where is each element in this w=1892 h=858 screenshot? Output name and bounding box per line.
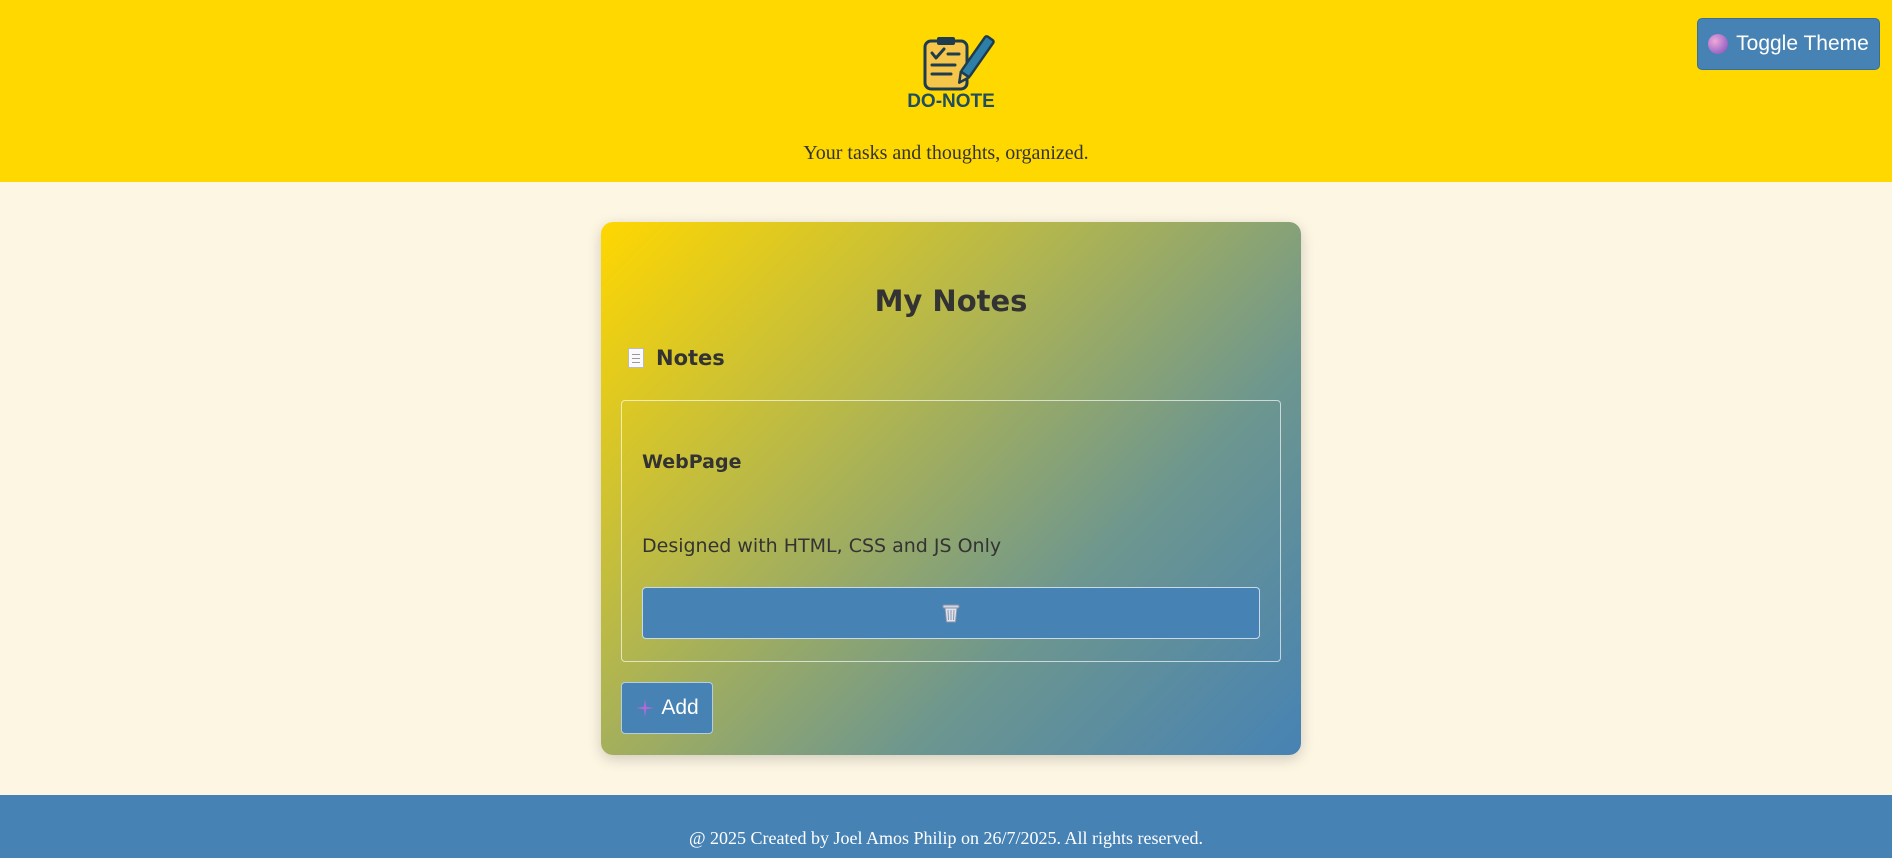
header: DO-NOTE Your tasks and thoughts, organiz… (0, 0, 1892, 182)
tagline: Your tasks and thoughts, organized. (803, 142, 1089, 164)
do-note-logo: DO-NOTE (899, 33, 1003, 113)
toggle-theme-button[interactable]: Toggle Theme (1697, 18, 1880, 70)
footer-text: @ 2025 Created by Joel Amos Philip on 26… (688, 828, 1204, 848)
toggle-theme-label: Toggle Theme (1736, 32, 1869, 55)
note-title[interactable]: WebPage (642, 451, 742, 473)
logo-text: DO-NOTE (907, 91, 995, 112)
add-label: Add (661, 696, 699, 719)
brain-icon (1708, 34, 1729, 54)
notes-heading-label: Notes (656, 346, 725, 370)
trash-icon (942, 604, 960, 623)
note-body[interactable]: Designed with HTML, CSS and JS Only (642, 535, 1001, 557)
notes-heading: Notes (628, 346, 725, 370)
checklist-pen-icon (923, 35, 995, 91)
note-item: WebPage Designed with HTML, CSS and JS O… (621, 400, 1281, 662)
notes-card: My Notes Notes WebPage Designed with HTM… (601, 222, 1301, 755)
add-note-button[interactable]: Add (621, 682, 713, 734)
footer: @ 2025 Created by Joel Amos Philip on 26… (0, 795, 1892, 858)
page-title: My Notes (874, 284, 1028, 318)
delete-note-button[interactable] (642, 587, 1260, 639)
plus-icon (636, 699, 655, 717)
notepad-icon (628, 348, 644, 368)
